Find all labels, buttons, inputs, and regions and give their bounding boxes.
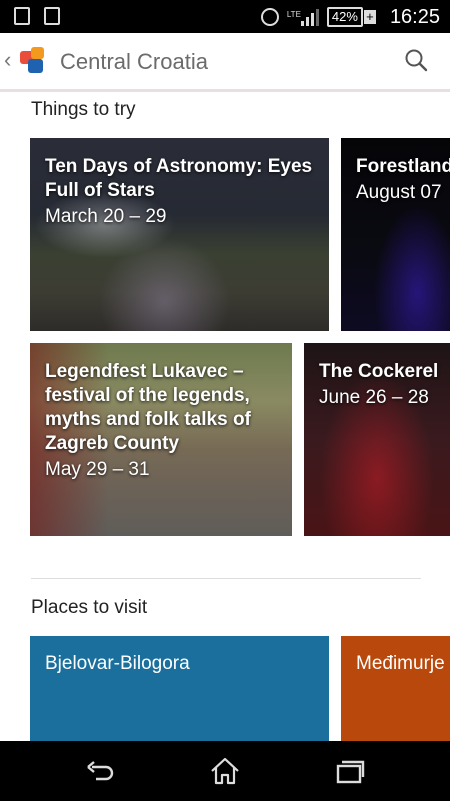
section-heading-places-to-visit: Places to visit [31, 597, 148, 618]
event-card-cockerel[interactable]: The Cockerel June 26 – 28 [304, 343, 450, 536]
app-logo[interactable] [20, 47, 50, 77]
battery-icon: 42% + [326, 7, 376, 27]
event-title: Legendfest Lukavec – festival of the leg… [45, 361, 251, 454]
event-card-forestland[interactable]: Forestland August 07 [341, 138, 450, 331]
charging-icon: + [363, 10, 376, 24]
event-date: August 07 [356, 182, 442, 203]
event-date: May 29 – 31 [45, 459, 150, 480]
event-title: Forestland [356, 156, 450, 177]
event-date: March 20 – 29 [45, 206, 167, 227]
search-icon[interactable] [404, 48, 428, 72]
home-icon[interactable] [209, 755, 241, 787]
clock: 16:25 [389, 5, 440, 28]
alarm-icon [260, 8, 279, 26]
event-date: June 26 – 28 [319, 387, 429, 408]
back-chevron-icon[interactable]: ‹ [4, 47, 11, 73]
page-title: Central Croatia [60, 49, 208, 74]
place-tile-bjelovar-bilogora[interactable]: Bjelovar-Bilogora [30, 636, 329, 746]
recent-apps-icon[interactable] [334, 755, 366, 787]
event-card-legendfest[interactable]: Legendfest Lukavec – festival of the leg… [30, 343, 292, 536]
app-bar: ‹ Central Croatia [0, 33, 450, 92]
place-name: Bjelovar-Bilogora [45, 653, 190, 674]
signal-icon [300, 8, 319, 26]
back-icon[interactable] [84, 755, 116, 787]
status-bar: LTE 42% + 16:25 [0, 0, 450, 33]
event-title: The Cockerel [319, 361, 439, 382]
event-title: Ten Days of Astronomy: Eyes Full of Star… [45, 156, 313, 201]
sync-notification-icon [14, 7, 30, 25]
place-name: Međimurje [356, 653, 445, 674]
place-tile-medimurje[interactable]: Međimurje [341, 636, 450, 746]
battery-level: 42% [326, 7, 363, 27]
event-card-astronomy[interactable]: Ten Days of Astronomy: Eyes Full of Star… [30, 138, 329, 331]
section-heading-things-to-try: Things to try [31, 99, 136, 120]
network-type: LTE [286, 10, 301, 19]
system-navigation-bar [0, 741, 450, 801]
image-notification-icon [44, 7, 60, 25]
section-divider [31, 578, 421, 579]
